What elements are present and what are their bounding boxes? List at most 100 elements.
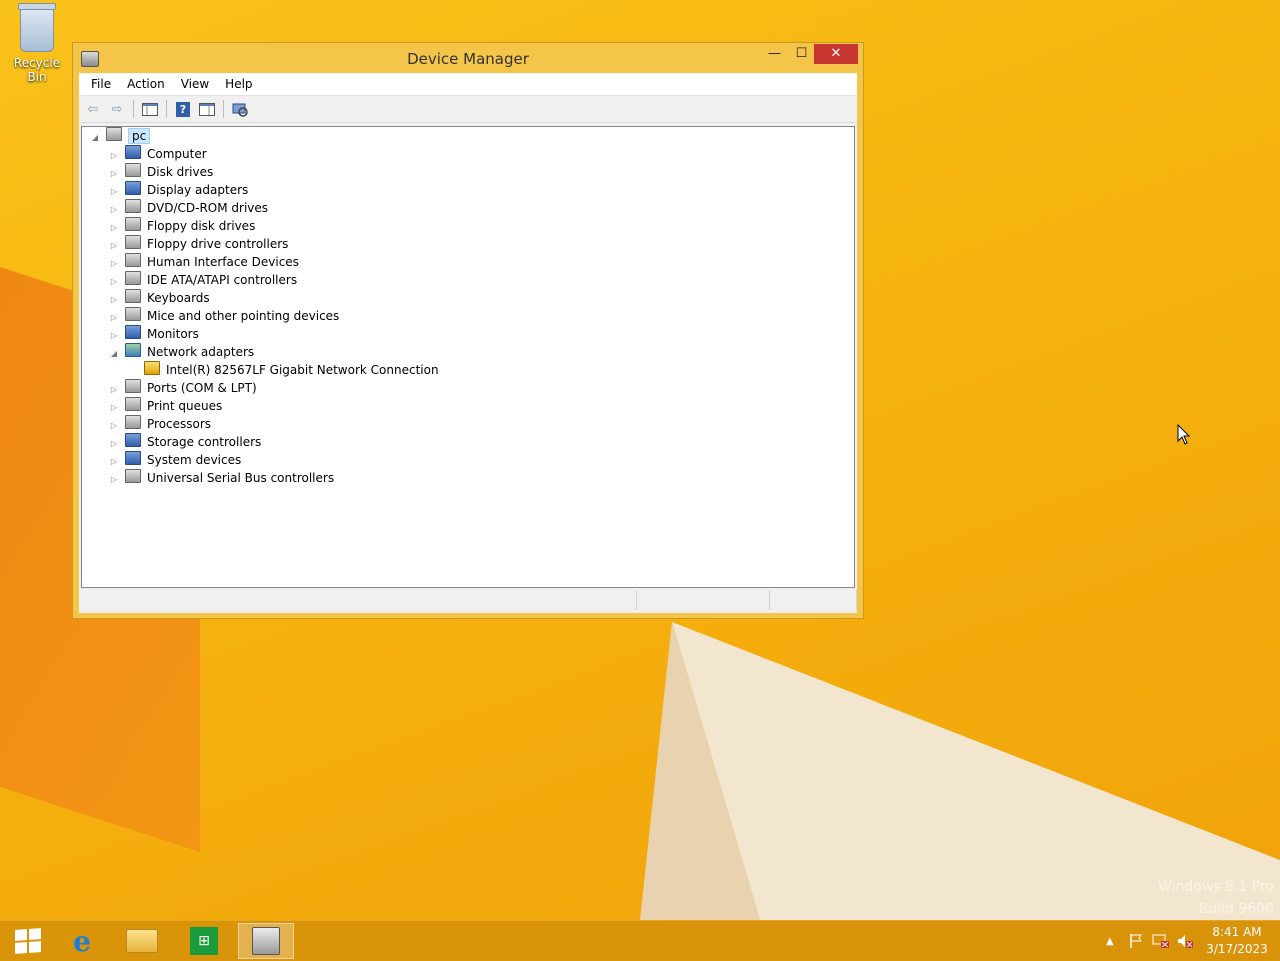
device-category-icon xyxy=(125,379,141,393)
tree-category-item[interactable]: ▷ Print queues xyxy=(109,397,222,415)
tree-category-item[interactable]: ▷ Universal Serial Bus controllers xyxy=(109,469,334,487)
maximize-button[interactable]: ☐ xyxy=(788,44,815,64)
tree-item-label: System devices xyxy=(147,453,242,467)
close-button[interactable]: ✕ xyxy=(814,44,858,64)
tree-category-item[interactable]: ▷ Floppy drive controllers xyxy=(109,235,288,253)
device-category-icon xyxy=(125,343,141,357)
taskbar-device-manager[interactable] xyxy=(238,923,294,959)
menu-action[interactable]: Action xyxy=(119,77,173,91)
tree-category-item[interactable]: ▷ System devices xyxy=(109,451,241,469)
device-category-icon xyxy=(144,361,160,375)
tree-category-item[interactable]: ▷ Processors xyxy=(109,415,211,433)
file-explorer-icon xyxy=(126,929,158,953)
collapse-arrow-icon[interactable]: ◢ xyxy=(90,129,100,147)
volume-icon[interactable] xyxy=(1176,921,1194,961)
tree-category-item[interactable]: ▷ Disk drives xyxy=(109,163,213,181)
tree-category-item[interactable]: ◢ Network adapters xyxy=(109,343,254,361)
tree-category-item[interactable]: ▷ Display adapters xyxy=(109,181,248,199)
status-pane xyxy=(637,590,771,610)
action-pane-icon xyxy=(199,102,215,116)
device-category-icon xyxy=(125,415,141,429)
device-category-icon xyxy=(125,181,141,195)
device-category-icon xyxy=(125,397,141,411)
taskbar-file-explorer[interactable] xyxy=(114,923,170,959)
scan-hardware-icon xyxy=(232,103,248,117)
menu-view[interactable]: View xyxy=(173,77,217,91)
internet-explorer-icon: e xyxy=(73,924,91,958)
tree-item-label: Disk drives xyxy=(147,165,214,179)
tree-category-item[interactable]: ▷ Storage controllers xyxy=(109,433,261,451)
console-tree-icon xyxy=(142,102,158,116)
scan-for-hardware-changes-button[interactable] xyxy=(230,100,250,118)
clock-date: 3/17/2023 xyxy=(1206,942,1268,956)
forward-button[interactable]: ⇨ xyxy=(107,100,127,118)
watermark-edition: Windows 8.1 Pro xyxy=(1158,879,1274,895)
device-category-icon xyxy=(125,253,141,267)
tree-item-label: Storage controllers xyxy=(147,435,262,449)
tree-category-item[interactable]: ▷ Ports (COM & LPT) xyxy=(109,379,257,397)
device-category-icon xyxy=(125,289,141,303)
device-category-icon xyxy=(125,469,141,483)
recycle-bin-label: Recycle Bin xyxy=(13,56,61,84)
menu-help[interactable]: Help xyxy=(217,77,260,91)
tree-item-label: Floppy disk drives xyxy=(147,219,256,233)
tree-item-label: Mice and other pointing devices xyxy=(147,309,340,323)
tree-category-item[interactable]: ▷ DVD/CD-ROM drives xyxy=(109,199,268,217)
device-category-icon xyxy=(125,217,141,231)
tree-item-label: Computer xyxy=(147,147,207,161)
taskbar-internet-explorer[interactable]: e xyxy=(54,923,110,959)
minimize-button[interactable]: — xyxy=(761,44,788,64)
toolbar-separator xyxy=(166,100,167,118)
tree-item-label: IDE ATA/ATAPI controllers xyxy=(147,273,298,287)
menu-file[interactable]: File xyxy=(83,77,119,91)
recycle-bin[interactable]: Recycle Bin xyxy=(4,3,70,84)
collapse-arrow-icon[interactable]: ◢ xyxy=(109,345,119,363)
tree-item-label: Monitors xyxy=(147,327,199,341)
tree-root[interactable]: ◢ pc xyxy=(90,127,151,147)
expand-arrow-icon[interactable]: ▷ xyxy=(109,471,119,489)
tree-category-item[interactable]: ▷ Monitors xyxy=(109,325,199,343)
device-category-icon xyxy=(125,451,141,465)
title-bar[interactable]: Device Manager — ☐ ✕ xyxy=(73,43,863,73)
tree-item-label: Intel(R) 82567LF Gigabit Network Connect… xyxy=(166,363,439,377)
toolbar-separator xyxy=(223,100,224,118)
tree-child-item[interactable]: Intel(R) 82567LF Gigabit Network Connect… xyxy=(128,361,439,379)
device-category-icon xyxy=(125,433,141,447)
tree-category-item[interactable]: ▷ IDE ATA/ATAPI controllers xyxy=(109,271,297,289)
help-icon: ? xyxy=(176,101,190,117)
watermark-build: Build 9600 xyxy=(1198,901,1274,917)
chevron-up-icon: ▲ xyxy=(1106,935,1114,947)
help-button[interactable]: ? xyxy=(173,100,193,118)
show-hidden-icons-button[interactable]: ▲ xyxy=(1106,921,1114,961)
speaker-muted-icon xyxy=(1178,935,1193,948)
tree-item-label: Display adapters xyxy=(147,183,249,197)
tree-category-item[interactable]: ▷ Mice and other pointing devices xyxy=(109,307,339,325)
device-tree[interactable]: ◢ pc ▷ Computer ▷ Disk drives ▷ Display adapte… xyxy=(81,126,855,588)
tree-category-item[interactable]: ▷ Floppy disk drives xyxy=(109,217,255,235)
action-center-icon[interactable] xyxy=(1128,921,1144,961)
back-button[interactable]: ⇦ xyxy=(83,100,103,118)
taskbar-store[interactable]: ⊞ xyxy=(176,923,232,959)
menu-bar: File Action View Help xyxy=(79,73,857,96)
tree-category-item[interactable]: ▷ Computer xyxy=(109,145,207,163)
system-clock[interactable]: 8:41 AM 3/17/2023 xyxy=(1206,924,1268,958)
network-disconnected-icon xyxy=(1152,934,1169,948)
device-category-icon xyxy=(125,325,141,339)
start-button[interactable] xyxy=(0,923,56,959)
clock-time: 8:41 AM xyxy=(1212,925,1262,939)
tree-item-label: Print queues xyxy=(147,399,223,413)
device-manager-window[interactable]: Device Manager — ☐ ✕ File Action View He… xyxy=(72,42,864,619)
tree-category-item[interactable]: ▷ Human Interface Devices xyxy=(109,253,299,271)
flag-icon xyxy=(1130,934,1142,948)
store-icon: ⊞ xyxy=(190,927,218,955)
device-category-icon xyxy=(125,271,141,285)
show-hide-action-pane-button[interactable] xyxy=(197,100,217,118)
network-status-icon[interactable] xyxy=(1152,921,1170,961)
tree-item-label: DVD/CD-ROM drives xyxy=(147,201,269,215)
tree-item-label: Universal Serial Bus controllers xyxy=(147,471,335,485)
windows-watermark: Windows 8.1 Pro Build 9600 xyxy=(1158,876,1274,920)
tree-category-item[interactable]: ▷ Keyboards xyxy=(109,289,210,307)
toolbar: ⇦ ⇨ ? xyxy=(79,96,857,123)
tree-item-label: Keyboards xyxy=(147,291,210,305)
show-hide-console-tree-button[interactable] xyxy=(140,100,160,118)
